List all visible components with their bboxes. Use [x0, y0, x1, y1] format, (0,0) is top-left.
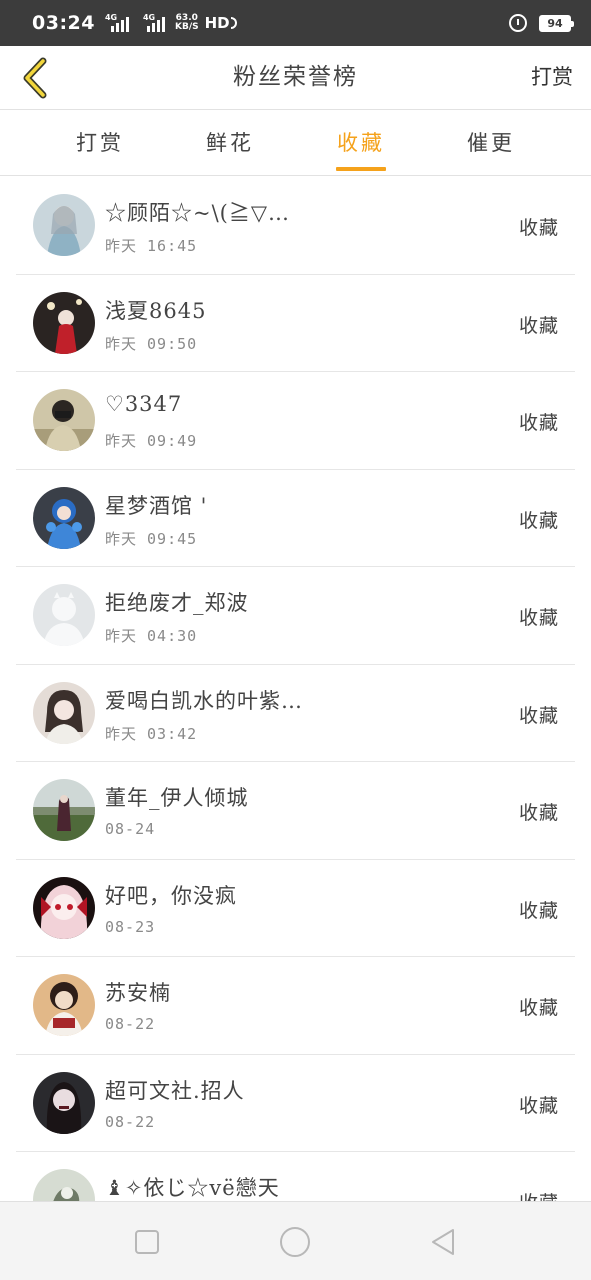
reward-type: 收藏	[518, 607, 559, 629]
system-nav-bar	[0, 1201, 591, 1280]
fan-row[interactable]: 好吧，你没疯 08-23 收藏	[16, 860, 575, 957]
tab-urge-update[interactable]: 催更	[441, 110, 541, 176]
fan-name: 董年_伊人倾城	[105, 786, 249, 810]
nav-bar: 粉丝荣誉榜 打赏	[0, 46, 591, 110]
fan-time: 昨天 16:45	[105, 237, 198, 255]
fan-time: 昨天 04:30	[105, 627, 198, 645]
tip-button[interactable]: 打赏	[531, 46, 573, 110]
reward-type: 收藏	[518, 314, 559, 337]
reward-type: 收藏	[518, 412, 559, 434]
fan-row[interactable]: 星梦酒馆 ' 昨天 09:45 收藏	[16, 470, 575, 567]
fan-time: 昨天 09:45	[105, 529, 198, 548]
fan-row[interactable]: 超可文社.招人 08-22 收藏	[16, 1055, 575, 1152]
reward-type: 收藏	[518, 509, 559, 532]
home-button[interactable]	[277, 1224, 313, 1260]
square-icon	[135, 1230, 159, 1254]
fan-name: 超可文社.招人	[105, 1078, 245, 1103]
tab-flowers[interactable]: 鲜花	[180, 110, 280, 176]
page-title: 粉丝荣誉榜	[233, 64, 358, 90]
alarm-icon	[509, 14, 527, 32]
fan-row[interactable]: 拒绝废才_郑波 昨天 04:30 收藏	[16, 567, 575, 665]
network-speed: 63.0 KB/S	[174, 13, 199, 32]
avatar[interactable]	[33, 584, 95, 646]
avatar[interactable]	[33, 486, 95, 549]
back-button[interactable]	[12, 54, 56, 102]
avatar[interactable]	[33, 876, 95, 939]
reward-type: 收藏	[518, 802, 559, 824]
fan-time: 昨天 09:50	[105, 334, 198, 353]
avatar[interactable]	[33, 779, 95, 841]
fan-time: 08-22	[105, 1112, 156, 1131]
fan-time: 08-24	[105, 820, 156, 838]
tab-tip[interactable]: 打赏	[50, 110, 150, 176]
tab-bar: 打赏 鲜花 收藏 催更	[0, 110, 591, 176]
signal-1-icon: 4G	[105, 13, 133, 32]
reward-type: 收藏	[518, 997, 559, 1019]
fan-row[interactable]: ☆顾陌☆~\(≧▽… 昨天 16:45 收藏	[16, 177, 575, 275]
avatar[interactable]	[33, 389, 95, 451]
reward-type: 收藏	[518, 704, 559, 727]
fan-name: ☆顾陌☆~\(≧▽…	[105, 201, 291, 225]
fan-time: 08-22	[105, 1015, 156, 1033]
tab-indicator	[336, 167, 386, 171]
fan-name: 爱喝白凯水的叶紫…	[105, 688, 303, 713]
fan-row[interactable]: 董年_伊人倾城 08-24 收藏	[16, 762, 575, 860]
avatar[interactable]	[33, 974, 95, 1036]
status-time: 03:24	[32, 12, 95, 34]
fan-name: 拒绝废才_郑波	[105, 591, 249, 615]
fan-name: 星梦酒馆 '	[105, 493, 208, 518]
signal-2-icon: 4G	[139, 13, 169, 32]
reward-type: 收藏	[518, 217, 559, 239]
fan-row[interactable]: 苏安楠 08-22 收藏	[16, 957, 575, 1055]
fan-name: ♡3347	[105, 392, 183, 416]
fan-list[interactable]: ☆顾陌☆~\(≧▽… 昨天 16:45 收藏 浅夏8645 昨天 09:50 收…	[0, 177, 591, 1201]
fan-name: 好吧，你没疯	[105, 883, 237, 908]
status-right: 94	[509, 14, 574, 32]
fan-name: 苏安楠	[105, 981, 171, 1005]
hd-voice-icon	[230, 17, 237, 29]
triangle-left-icon	[432, 1229, 454, 1255]
fan-row[interactable]: 浅夏8645 昨天 09:50 收藏	[16, 275, 575, 372]
hd-indicator: HD	[204, 14, 230, 32]
fan-time: 昨天 03:42	[105, 724, 198, 743]
avatar[interactable]	[33, 194, 95, 256]
chevron-left-icon	[23, 57, 47, 99]
tab-favorites[interactable]: 收藏	[311, 110, 411, 176]
fan-row[interactable]: ♡3347 昨天 09:49 收藏	[16, 372, 575, 470]
avatar[interactable]	[33, 681, 95, 744]
nav-back-button[interactable]	[425, 1224, 461, 1260]
circle-icon	[280, 1227, 310, 1257]
battery-icon: 94	[539, 14, 574, 32]
reward-type: 收藏	[518, 1094, 559, 1117]
reward-type: 收藏	[518, 899, 559, 922]
fan-row[interactable]: 爱喝白凯水的叶紫… 昨天 03:42 收藏	[16, 665, 575, 762]
avatar[interactable]	[33, 1169, 95, 1201]
fan-time: 昨天 09:49	[105, 432, 198, 450]
recents-button[interactable]	[129, 1224, 165, 1260]
fan-name: ♝✧依じ☆vё戀天	[105, 1176, 280, 1200]
fan-time: 08-23	[105, 917, 156, 936]
fan-row[interactable]: ♝✧依じ☆vё戀天 收藏	[16, 1152, 575, 1201]
avatar[interactable]	[33, 1071, 95, 1134]
status-bar: 03:24 4G 4G 63.0 KB/S HD 94	[0, 0, 591, 46]
signal-indicators: 4G 4G 63.0 KB/S HD	[105, 13, 237, 32]
avatar[interactable]	[33, 291, 95, 354]
fan-name: 浅夏8645	[105, 298, 207, 323]
reward-type: 收藏	[519, 1188, 559, 1201]
